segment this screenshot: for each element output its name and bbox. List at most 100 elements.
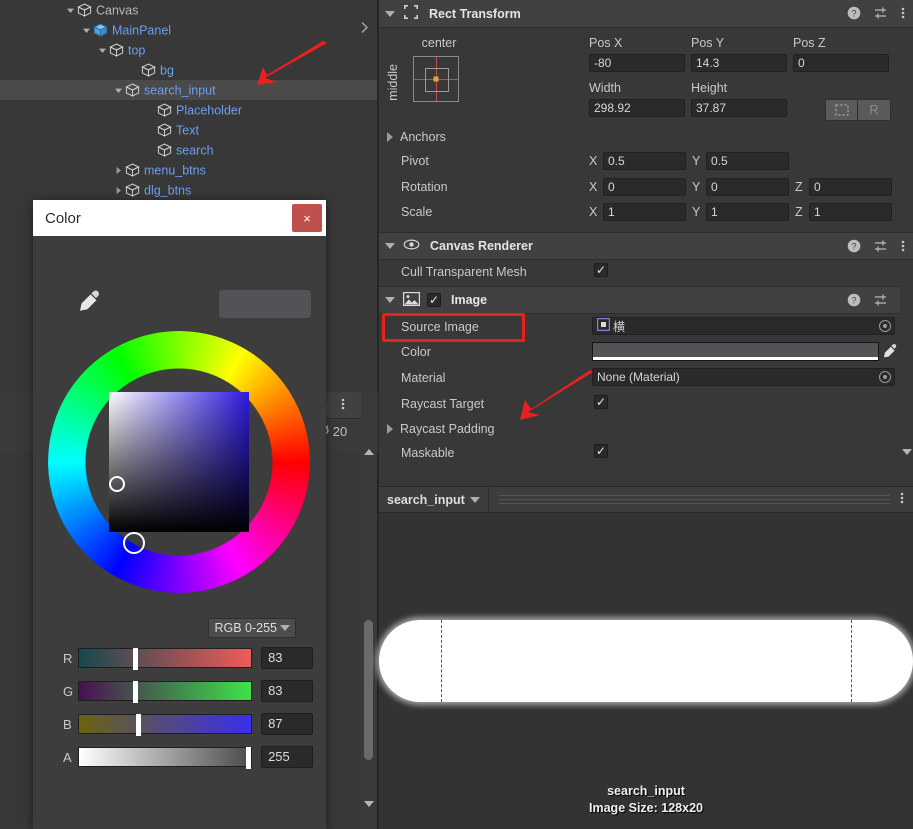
channel-slider[interactable] xyxy=(78,747,253,769)
kebab-menu-icon[interactable] xyxy=(341,397,345,414)
object-picker-icon[interactable] xyxy=(879,320,891,332)
channel-slider[interactable] xyxy=(78,681,253,703)
color-mode-dropdown[interactable]: RGB 0-255 xyxy=(208,618,296,638)
anchors-foldout[interactable]: Anchors xyxy=(387,130,446,144)
color-wheel[interactable] xyxy=(48,331,310,593)
color-swatch-field[interactable] xyxy=(592,342,879,361)
chevron-down-icon[interactable] xyxy=(112,81,125,101)
eyedropper-icon[interactable] xyxy=(883,343,899,362)
channel-value-input[interactable]: 87 xyxy=(261,713,313,735)
preview-header[interactable]: search_input xyxy=(379,486,913,513)
chevron-down-icon[interactable] xyxy=(96,41,109,61)
numeric-input[interactable]: 0.5 xyxy=(603,152,686,170)
slider-knob[interactable] xyxy=(133,681,139,703)
hierarchy-item-placeholder[interactable]: Placeholder xyxy=(0,100,377,120)
canvas-renderer-body: Cull Transparent Mesh ✓ xyxy=(379,260,913,286)
raycast-target-checkbox[interactable]: ✓ xyxy=(594,395,608,409)
preset-settings-icon[interactable] xyxy=(874,6,888,23)
svg-text:?: ? xyxy=(851,8,856,18)
numeric-input[interactable]: 0 xyxy=(706,178,789,196)
anchor-preset-widget[interactable] xyxy=(413,56,459,102)
chevron-down-icon[interactable] xyxy=(64,1,77,21)
numeric-input[interactable]: -80 xyxy=(589,54,685,72)
hierarchy-item-search[interactable]: search xyxy=(0,140,377,160)
chevron-down-icon[interactable] xyxy=(80,21,93,41)
sv-marker[interactable] xyxy=(109,476,125,492)
color-dialog-titlebar[interactable]: Color × xyxy=(33,200,326,236)
chevron-down-icon[interactable] xyxy=(385,10,395,17)
canvas-renderer-header[interactable]: Canvas Renderer ? xyxy=(379,232,913,260)
channel-value-input[interactable]: 83 xyxy=(261,680,313,702)
preset-settings-icon[interactable] xyxy=(874,293,888,310)
numeric-input[interactable]: 0 xyxy=(603,178,686,196)
inspector-panel[interactable]: Rect Transform ? center middle Pos X Pos… xyxy=(379,0,913,829)
hierarchy-item-dlg_btns[interactable]: dlg_btns xyxy=(0,180,377,200)
numeric-input[interactable]: 1 xyxy=(706,203,789,221)
hierarchy-item-mainpanel[interactable]: MainPanel xyxy=(0,20,377,40)
slider-knob[interactable] xyxy=(135,714,141,736)
source-image-label: Source Image xyxy=(401,320,479,334)
eyedropper-icon[interactable] xyxy=(78,288,104,317)
scroll-down-arrow[interactable] xyxy=(902,449,912,455)
color-preview-swatch[interactable] xyxy=(219,290,311,318)
slider-knob[interactable] xyxy=(133,648,139,670)
numeric-input[interactable]: 0 xyxy=(793,54,889,72)
rect-transform-header[interactable]: Rect Transform ? xyxy=(379,0,913,28)
chevron-right-icon[interactable] xyxy=(112,181,125,201)
hierarchy-item-label: Text xyxy=(176,123,199,138)
hue-marker[interactable] xyxy=(123,532,145,554)
scroll-up-arrow[interactable] xyxy=(364,449,374,455)
channel-value-input[interactable]: 255 xyxy=(261,746,313,768)
slider-knob[interactable] xyxy=(245,747,251,769)
hierarchy-item-top[interactable]: top xyxy=(0,40,377,60)
cull-transparent-mesh-checkbox[interactable]: ✓ xyxy=(594,263,608,277)
numeric-input[interactable]: 14.3 xyxy=(691,54,787,72)
numeric-input[interactable]: 298.92 xyxy=(589,99,685,117)
preset-settings-icon[interactable] xyxy=(874,239,888,256)
sprite-icon xyxy=(597,318,611,334)
source-image-field[interactable]: 横 xyxy=(592,317,895,335)
numeric-input[interactable]: 0.5 xyxy=(706,152,789,170)
scrollbar-thumb[interactable] xyxy=(364,620,373,760)
channel-slider[interactable] xyxy=(78,648,253,670)
close-icon[interactable]: × xyxy=(292,204,322,232)
color-picker-dialog[interactable]: Color × RGB 0-255 R 83 G 83 B 87 A 255 xyxy=(33,200,326,829)
preview-drag-handle[interactable] xyxy=(489,487,900,513)
numeric-input[interactable]: 1 xyxy=(809,203,892,221)
kebab-menu-icon[interactable] xyxy=(901,239,905,256)
hierarchy-item-search_input[interactable]: search_input xyxy=(0,80,377,100)
help-icon[interactable]: ? xyxy=(847,6,861,23)
image-enabled-checkbox[interactable]: ✓ xyxy=(427,293,441,307)
chevron-right-icon[interactable] xyxy=(112,161,125,181)
channel-slider[interactable] xyxy=(78,714,253,736)
prefab-open-arrow[interactable] xyxy=(360,20,369,40)
image-component-header[interactable]: ✓ Image ? xyxy=(379,286,913,314)
scroll-down-arrow[interactable] xyxy=(364,801,374,807)
blueprint-mode-icon[interactable] xyxy=(825,99,858,121)
saturation-value-square[interactable] xyxy=(109,392,249,532)
help-icon[interactable]: ? xyxy=(847,293,861,310)
numeric-input[interactable]: 1 xyxy=(603,203,686,221)
numeric-input[interactable]: 37.87 xyxy=(691,99,787,117)
help-icon[interactable]: ? xyxy=(847,239,861,256)
hierarchy-scrollbar[interactable] xyxy=(361,445,376,829)
channel-value-input[interactable]: 83 xyxy=(261,647,313,669)
material-field[interactable]: None (Material) xyxy=(592,368,895,386)
inspector-scrollbar[interactable] xyxy=(900,285,913,485)
chevron-down-icon[interactable] xyxy=(385,297,395,303)
raycast-padding-foldout[interactable]: Raycast Padding xyxy=(387,422,495,436)
kebab-menu-icon[interactable] xyxy=(900,491,904,508)
rect-mode-buttons[interactable]: R xyxy=(825,99,891,121)
object-picker-icon[interactable] xyxy=(879,371,891,383)
numeric-input[interactable]: 0 xyxy=(809,178,892,196)
hierarchy-item-text[interactable]: Text xyxy=(0,120,377,140)
hierarchy-item-canvas[interactable]: Canvas xyxy=(0,0,377,20)
image-component-icon xyxy=(403,291,421,309)
kebab-menu-icon[interactable] xyxy=(901,6,905,23)
hierarchy-item-menu_btns[interactable]: menu_btns xyxy=(0,160,377,180)
raw-mode-button[interactable]: R xyxy=(858,99,891,121)
hierarchy-item-bg[interactable]: bg xyxy=(0,60,377,80)
preview-object-dropdown[interactable]: search_input xyxy=(379,486,489,513)
chevron-down-icon[interactable] xyxy=(385,243,395,249)
maskable-checkbox[interactable]: ✓ xyxy=(594,444,608,458)
